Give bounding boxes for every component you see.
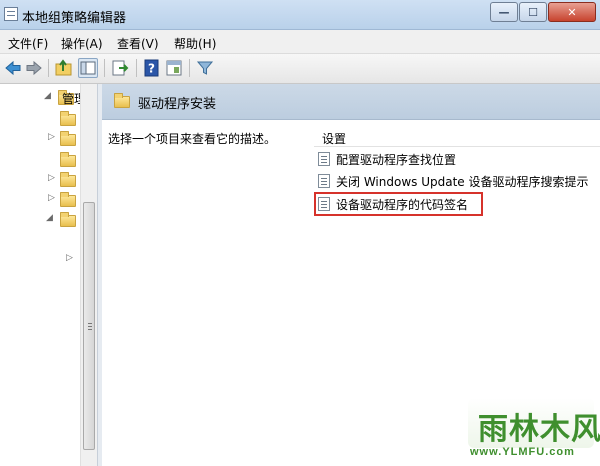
tree-item[interactable]: ▷ (0, 170, 84, 190)
back-arrow-icon[interactable] (3, 58, 23, 78)
menu-action[interactable]: 操作(A) (61, 35, 103, 52)
export-list-icon[interactable] (110, 58, 130, 78)
settings-column-header[interactable]: 设置 (322, 130, 346, 147)
tree-item[interactable]: ◢ (0, 210, 84, 230)
close-button[interactable]: ✕ (548, 2, 596, 22)
menu-bar: 文件(F) 操作(A) 查看(V) 帮助(H) (0, 30, 600, 54)
detail-title: 驱动程序安装 (138, 97, 217, 112)
folder-icon (114, 93, 130, 108)
tree-scrollbar[interactable] (80, 84, 97, 466)
menu-view[interactable]: 查看(V) (117, 35, 159, 52)
policy-setting-icon (318, 174, 330, 188)
watermark: 雨林木风 www.YLMFU.com (462, 396, 600, 466)
column-divider (314, 146, 600, 147)
folder-icon (60, 172, 76, 187)
folder-icon (60, 192, 76, 207)
folder-icon (60, 152, 76, 167)
watermark-text: 雨林木风 (478, 412, 600, 447)
forward-arrow-icon[interactable] (24, 58, 44, 78)
tree-item[interactable] (0, 109, 84, 129)
toolbar-separator (189, 59, 190, 77)
policy-editor-icon (4, 7, 18, 21)
minimize-button[interactable]: — (490, 2, 518, 22)
scrollbar-grip-icon (88, 323, 92, 330)
menu-file[interactable]: 文件(F) (8, 35, 48, 52)
setting-label: 关闭 Windows Update 设备驱动程序搜索提示 (336, 175, 589, 189)
setting-row[interactable]: 配置驱动程序查找位置 (318, 148, 600, 170)
maximize-button[interactable]: ☐ (519, 2, 547, 22)
menu-help[interactable]: 帮助(H) (174, 35, 216, 52)
detail-header: 驱动程序安装 (102, 84, 600, 120)
tree-item[interactable]: ▷ (0, 190, 84, 210)
window-title: 本地组策略编辑器 (22, 11, 127, 26)
policy-setting-icon (318, 152, 330, 166)
folder-icon (60, 111, 76, 126)
up-folder-icon[interactable] (54, 58, 74, 78)
title-bar[interactable]: 本地组策略编辑器 — ☐ ✕ (0, 0, 600, 30)
collapse-icon[interactable]: ◢ (44, 91, 51, 101)
help-icon[interactable]: ? (142, 58, 162, 78)
toolbar-separator (136, 59, 137, 77)
tree-pane[interactable]: ◢ 管理 ▷ ▷ ▷ ◢ ▷ (0, 84, 98, 466)
toolbar-separator (104, 59, 105, 77)
scrollbar-thumb[interactable] (83, 202, 95, 450)
tree-item[interactable]: ▷ (0, 250, 84, 270)
properties-icon[interactable] (164, 58, 184, 78)
show-hide-tree-icon[interactable] (78, 58, 98, 78)
watermark-logo: 雨林木风 (468, 398, 600, 448)
folder-icon (60, 131, 76, 146)
expand-icon[interactable]: ▷ (48, 132, 55, 142)
tree-item-label: 管理 (62, 92, 80, 106)
tree-item[interactable]: ▷ (0, 129, 84, 149)
pane-splitter[interactable] (98, 84, 102, 466)
setting-row[interactable]: 关闭 Windows Update 设备驱动程序搜索提示 (318, 170, 600, 192)
watermark-url: www.YLMFU.com (470, 446, 575, 458)
folder-icon (60, 212, 76, 227)
highlight-annotation (314, 192, 483, 216)
description-text: 选择一个项目来查看它的描述。 (108, 132, 277, 146)
expand-icon[interactable]: ▷ (66, 253, 73, 263)
filter-icon[interactable] (195, 58, 215, 78)
collapse-icon[interactable]: ◢ (46, 213, 53, 223)
toolbar-separator (48, 59, 49, 77)
expand-icon[interactable]: ▷ (48, 193, 55, 203)
expand-icon[interactable]: ▷ (48, 173, 55, 183)
toolbar: ? (0, 54, 600, 84)
setting-label: 配置驱动程序查找位置 (336, 153, 457, 167)
tree-item[interactable] (0, 150, 84, 170)
svg-text:?: ? (148, 62, 155, 76)
tree-item-root[interactable]: ◢ 管理 (0, 88, 84, 108)
